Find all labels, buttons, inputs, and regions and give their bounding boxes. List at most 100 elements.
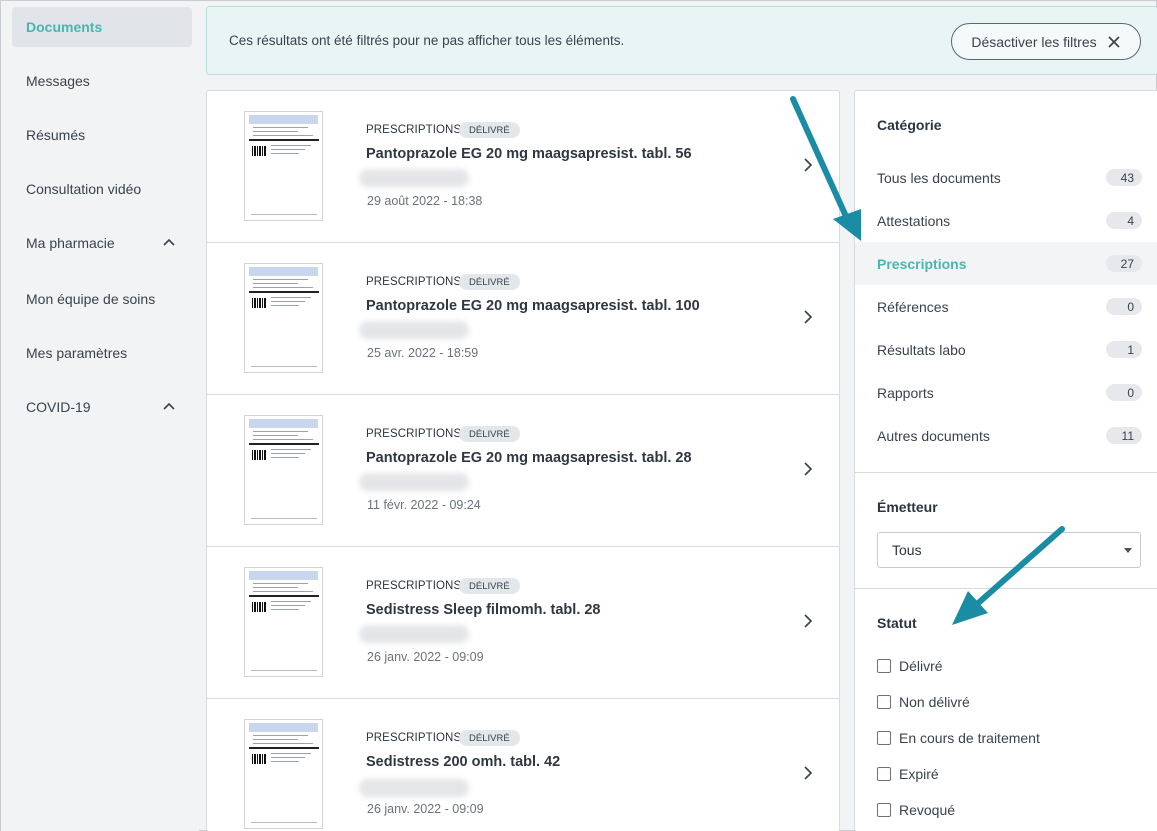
filter-category-references[interactable]: Références 0 (855, 285, 1157, 328)
document-row[interactable]: PRESCRIPTIONS DÉLIVRÉ Sedistress 200 omh… (207, 699, 839, 831)
document-title: Pantoprazole EG 20 mg maagsapresist. tab… (366, 298, 700, 314)
sidebar-item-label: Consultation vidéo (26, 181, 142, 197)
checkbox[interactable] (877, 695, 891, 709)
sidebar-item-video-consultation[interactable]: Consultation vidéo (12, 169, 192, 209)
sidebar-item-covid[interactable]: COVID-19 (12, 387, 192, 427)
status-option-expired[interactable]: Expiré (877, 764, 939, 784)
filter-category-attestations[interactable]: Attestations 4 (855, 199, 1157, 242)
checkbox[interactable] (877, 803, 891, 817)
document-date: 26 janv. 2022 - 09:09 (367, 802, 484, 816)
status-option-delivered[interactable]: Délivré (877, 656, 943, 676)
sidebar: Documents Messages Résumés Consultation … (1, 1, 199, 831)
status-option-revoked[interactable]: Revoqué (877, 800, 955, 820)
category-label: Références (877, 298, 949, 315)
filter-category-all[interactable]: Tous les documents 43 (855, 156, 1157, 199)
sidebar-item-care-team[interactable]: Mon équipe de soins (12, 279, 192, 319)
caret-down-icon (1124, 548, 1132, 553)
document-date: 25 avr. 2022 - 18:59 (367, 346, 479, 360)
category-label: Attestations (877, 212, 951, 229)
filter-category-reports[interactable]: Rapports 0 (855, 371, 1157, 414)
chevron-right-icon[interactable] (803, 310, 813, 324)
document-category: PRESCRIPTIONS (366, 428, 462, 440)
document-row[interactable]: PRESCRIPTIONS DÉLIVRÉ Pantoprazole EG 20… (207, 395, 839, 547)
sidebar-item-label: Documents (26, 19, 103, 35)
redacted-prescriber (359, 473, 469, 491)
status-badge: DÉLIVRÉ (459, 730, 520, 746)
status-option-not-delivered[interactable]: Non délivré (877, 692, 970, 712)
sidebar-item-label: Mon équipe de soins (26, 291, 156, 307)
chevron-up-icon[interactable] (162, 236, 176, 250)
sidebar-item-messages[interactable]: Messages (12, 61, 192, 101)
document-row[interactable]: PRESCRIPTIONS DÉLIVRÉ Pantoprazole EG 20… (207, 243, 839, 395)
filter-category-other[interactable]: Autres documents 11 (855, 414, 1157, 457)
filter-category-prescriptions[interactable]: Prescriptions 27 (855, 242, 1157, 285)
disable-filters-button[interactable]: Désactiver les filtres (951, 23, 1141, 60)
document-date: 11 févr. 2022 - 09:24 (367, 498, 481, 512)
document-thumbnail (244, 263, 323, 373)
status-badge: DÉLIVRÉ (459, 274, 520, 290)
divider (855, 588, 1157, 589)
document-category: PRESCRIPTIONS (366, 580, 462, 592)
chevron-right-icon[interactable] (803, 158, 813, 172)
status-option-label: Non délivré (899, 694, 970, 710)
disable-filters-label: Désactiver les filtres (971, 33, 1097, 50)
category-label: Autres documents (877, 427, 990, 444)
document-title: Sedistress Sleep filmomh. tabl. 28 (366, 602, 601, 618)
sidebar-item-label: Mes paramètres (26, 345, 128, 361)
category-count: 0 (1106, 298, 1142, 315)
category-heading: Catégorie (877, 117, 942, 133)
document-category: PRESCRIPTIONS (366, 124, 462, 136)
status-badge: DÉLIVRÉ (459, 426, 520, 442)
issuer-select-value: Tous (892, 542, 922, 558)
category-label: Résultats labo (877, 341, 966, 358)
sidebar-item-label: Messages (26, 73, 90, 89)
status-heading: Statut (877, 615, 917, 631)
status-badge: DÉLIVRÉ (459, 578, 520, 594)
document-row[interactable]: PRESCRIPTIONS DÉLIVRÉ Pantoprazole EG 20… (207, 91, 839, 243)
chevron-right-icon[interactable] (803, 766, 813, 780)
document-title: Sedistress 200 omh. tabl. 42 (366, 754, 561, 770)
document-thumbnail (244, 719, 323, 829)
sidebar-item-label: COVID-19 (26, 399, 91, 415)
chevron-right-icon[interactable] (803, 614, 813, 628)
filters-panel: Catégorie Tous les documents 43 Attestat… (854, 90, 1157, 831)
chevron-right-icon[interactable] (803, 462, 813, 476)
category-label: Prescriptions (877, 255, 967, 272)
checkbox[interactable] (877, 731, 891, 745)
issuer-select[interactable]: Tous (877, 532, 1141, 568)
category-count: 4 (1106, 212, 1142, 229)
sidebar-item-resumes[interactable]: Résumés (12, 115, 192, 155)
category-count: 11 (1106, 427, 1142, 444)
checkbox[interactable] (877, 767, 891, 781)
status-option-label: Revoqué (899, 802, 956, 818)
chevron-up-icon[interactable] (162, 400, 176, 414)
close-icon (1108, 35, 1120, 48)
status-option-label: En cours de traitement (899, 730, 1040, 746)
status-option-label: Expiré (899, 766, 939, 782)
redacted-prescriber (359, 625, 469, 643)
category-count: 43 (1106, 169, 1142, 186)
checkbox[interactable] (877, 659, 891, 673)
document-thumbnail (244, 567, 323, 677)
sidebar-item-pharmacy[interactable]: Ma pharmacie (12, 223, 192, 263)
document-category: PRESCRIPTIONS (366, 276, 462, 288)
status-option-processing[interactable]: En cours de traitement (877, 728, 1040, 748)
category-count: 1 (1106, 341, 1142, 358)
category-label: Rapports (877, 384, 934, 401)
document-title: Pantoprazole EG 20 mg maagsapresist. tab… (366, 450, 692, 466)
document-row[interactable]: PRESCRIPTIONS DÉLIVRÉ Sedistress Sleep f… (207, 547, 839, 699)
redacted-prescriber (359, 779, 469, 797)
sidebar-item-settings[interactable]: Mes paramètres (12, 333, 192, 373)
documents-list: PRESCRIPTIONS DÉLIVRÉ Pantoprazole EG 20… (206, 90, 840, 831)
category-count: 27 (1106, 255, 1142, 272)
redacted-prescriber (359, 169, 469, 187)
issuer-heading: Émetteur (877, 499, 938, 515)
document-title: Pantoprazole EG 20 mg maagsapresist. tab… (366, 146, 692, 162)
status-badge: DÉLIVRÉ (459, 122, 520, 138)
filter-category-lab-results[interactable]: Résultats labo 1 (855, 328, 1157, 371)
filter-notice-text: Ces résultats ont été filtrés pour ne pa… (229, 33, 625, 48)
document-thumbnail (244, 111, 323, 221)
filter-notice-banner: Ces résultats ont été filtrés pour ne pa… (206, 6, 1157, 75)
sidebar-item-documents[interactable]: Documents (12, 7, 192, 47)
sidebar-item-label: Ma pharmacie (26, 235, 115, 251)
